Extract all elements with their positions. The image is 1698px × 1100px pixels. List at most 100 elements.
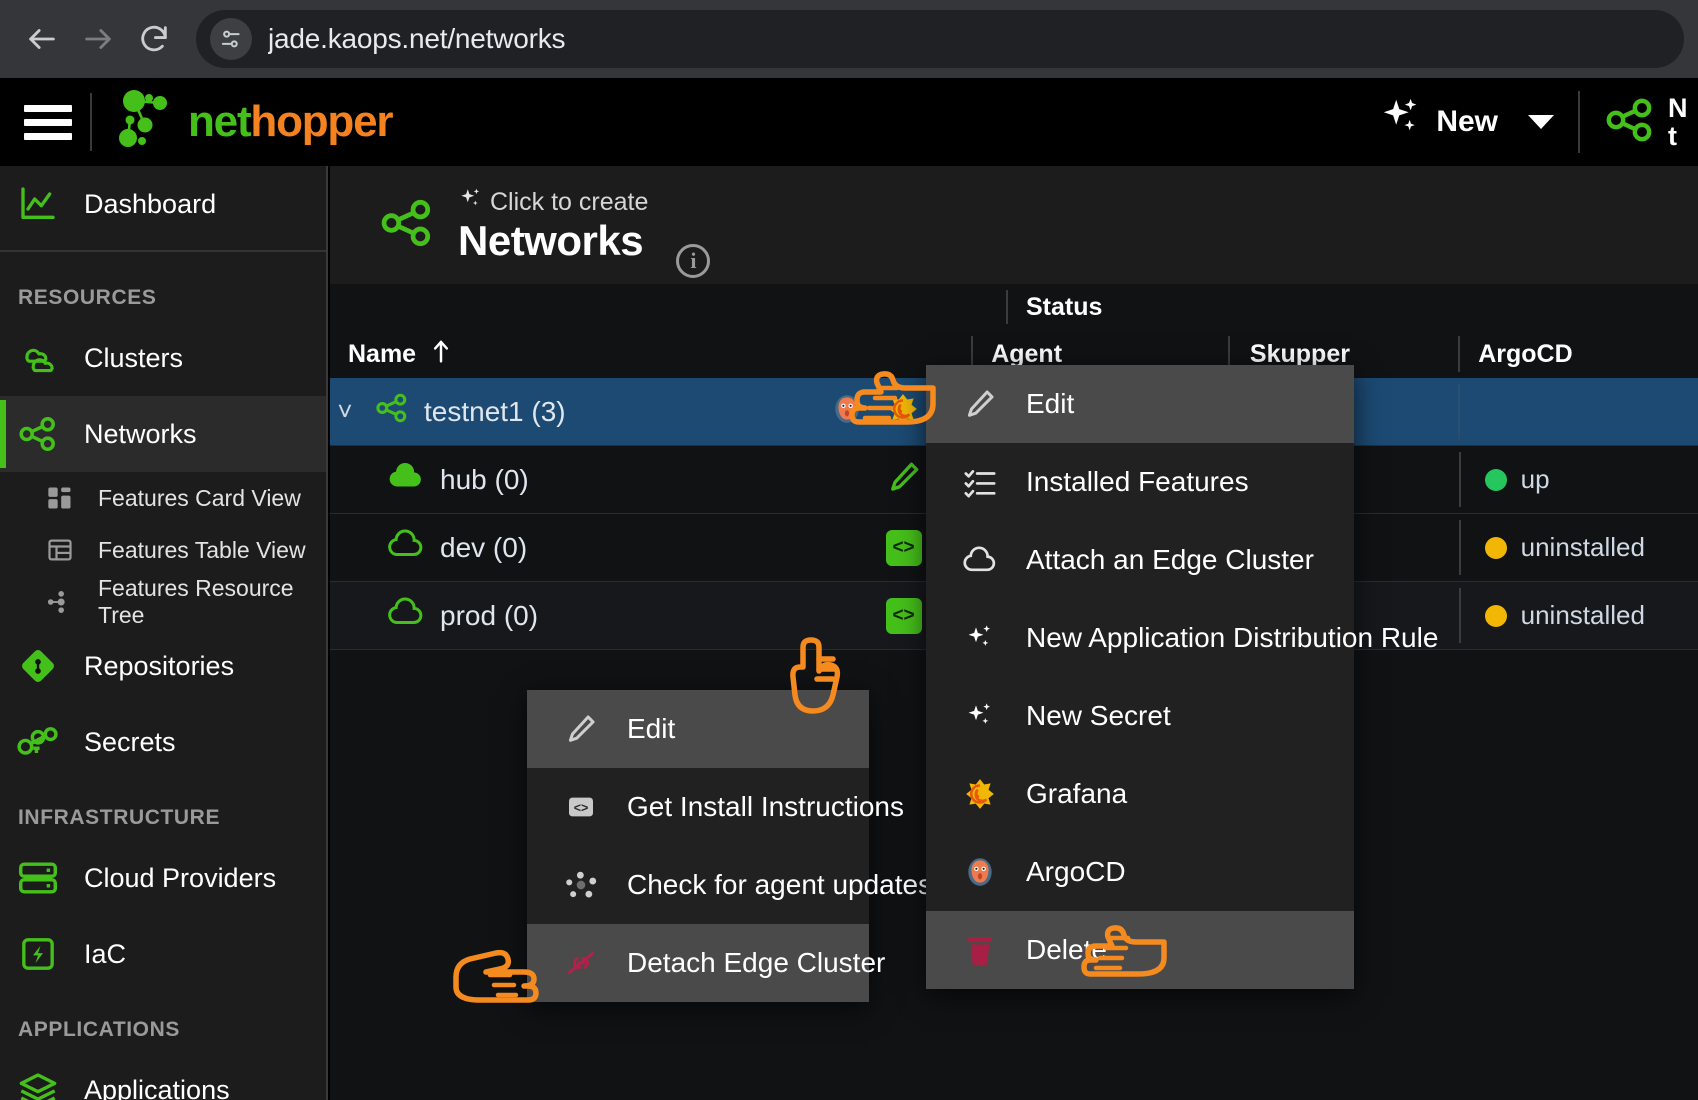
menu-item-label: Check for agent updates	[627, 869, 933, 900]
sidebar-item-secrets[interactable]: Secrets	[0, 704, 326, 780]
chevron-down-icon[interactable]: ˅	[330, 396, 360, 427]
menu-item-edit[interactable]: Edit	[926, 365, 1354, 443]
status-label: up	[1520, 464, 1550, 494]
header-divider-2	[1578, 91, 1580, 153]
status-dot	[1484, 536, 1507, 559]
info-icon[interactable]: i	[676, 244, 711, 278]
page-kicker[interactable]: Click to create	[458, 186, 648, 219]
code-brackets-icon[interactable]: <>	[885, 529, 922, 566]
forward-button[interactable]	[70, 11, 126, 67]
cloud-outline-icon	[960, 546, 1000, 574]
code-brackets-icon: <>	[561, 791, 601, 823]
menu-item-label: ArgoCD	[1026, 856, 1126, 887]
sidebar-item-label: IaC	[84, 938, 127, 969]
pencil-icon	[561, 712, 601, 746]
sidebar-item-repositories[interactable]: Repositories	[0, 628, 326, 704]
arrow-left-icon	[25, 22, 59, 56]
row-name-label: dev (0)	[440, 531, 528, 563]
resource-tree-icon	[42, 588, 78, 616]
cloud-filled-icon	[386, 461, 426, 498]
row-status-argocd: up	[1461, 446, 1698, 513]
menu-item-label: Detach Edge Cluster	[627, 947, 886, 978]
argocd-icon[interactable]	[830, 392, 864, 431]
sidebar-item-networks[interactable]: Networks	[0, 396, 326, 472]
menu-item-edit[interactable]: Edit	[527, 690, 869, 768]
sort-ascending-arrow-icon[interactable]	[430, 338, 452, 371]
nethopper-logo[interactable]: nethopper	[114, 89, 394, 156]
network-context-menu[interactable]: Edit Installed Features Attach an Edge C…	[926, 365, 1438, 989]
menu-item-grafana[interactable]: Grafana	[926, 755, 1354, 833]
sidebar-item-label: Repositories	[84, 650, 235, 681]
menu-item-check-for-agent-updates[interactable]: Check for agent updates	[527, 846, 932, 924]
broken-link-icon	[561, 947, 601, 979]
agent-update-icon	[561, 869, 601, 901]
logo-mark-icon	[114, 89, 184, 156]
header-divider	[90, 93, 92, 151]
menu-item-detach-edge-cluster[interactable]: Detach Edge Cluster	[527, 924, 885, 1002]
menu-item-installed-features[interactable]: Installed Features	[926, 443, 1354, 521]
sidebar-item-clusters[interactable]: Clusters	[0, 320, 326, 396]
reload-button[interactable]	[126, 11, 182, 67]
grafana-icon[interactable]	[886, 392, 920, 431]
site-settings-icon[interactable]	[210, 18, 252, 60]
trash-icon	[960, 933, 1000, 967]
sparkle-icon	[960, 622, 1000, 654]
chevron-down-icon[interactable]	[1528, 115, 1554, 129]
sidebar-section-infrastructure: INFRASTRUCTURE	[18, 806, 221, 829]
browser-toolbar: jade.kaops.net/networks	[0, 0, 1698, 78]
menu-item-attach-an-edge-cluster[interactable]: Attach an Edge Cluster	[926, 521, 1354, 599]
address-bar[interactable]: jade.kaops.net/networks	[196, 10, 1684, 68]
sidebar-item-iac[interactable]: IaC	[0, 916, 326, 992]
page-title: Networks	[458, 217, 644, 265]
network-share-icon	[1604, 97, 1656, 148]
sidebar-item-applications[interactable]: Applications	[0, 1052, 326, 1100]
sidebar-item-dashboard[interactable]: Dashboard	[0, 166, 326, 242]
sidebar-subitem-label: Features Card View	[98, 484, 301, 511]
row-name-label: hub (0)	[440, 463, 529, 495]
cloud-outline-icon	[386, 597, 426, 634]
sparkle-icon	[960, 700, 1000, 732]
page-header: Click to create Networks i	[330, 166, 1698, 284]
sidebar-item-features-table-view[interactable]: Features Table View	[0, 524, 326, 576]
bolt-square-icon	[14, 934, 62, 974]
app-header: nethopper New N t	[0, 78, 1698, 166]
menu-item-label: Edit	[627, 713, 676, 744]
row-name-cell[interactable]: hub (0)	[330, 446, 673, 513]
status-dot	[1484, 604, 1507, 627]
cloud-outline-icon	[386, 529, 426, 566]
server-rack-icon	[14, 859, 62, 897]
menu-item-new-application-distribution-rule[interactable]: New Application Distribution Rule	[926, 599, 1438, 677]
sidebar-item-label: Secrets	[84, 726, 176, 757]
row-name-cell[interactable]: prod (0)	[330, 582, 673, 649]
sidebar-item-features-card-view[interactable]: Features Card View	[0, 472, 326, 524]
sidebar-item-label: Dashboard	[84, 188, 217, 219]
row-name-cell[interactable]: ˅ testnet1 (3)	[330, 378, 671, 445]
cluster-context-menu[interactable]: Edit <> Get Install Instructions Check f…	[527, 690, 932, 1002]
hamburger-menu-icon[interactable]	[12, 104, 84, 140]
sidebar-section-resources: RESOURCES	[18, 286, 157, 309]
status-label: uninstalled	[1520, 532, 1645, 562]
row-status-argocd: uninstalled	[1461, 514, 1698, 581]
menu-item-new-secret[interactable]: New Secret	[926, 677, 1354, 755]
new-button-label: New	[1436, 105, 1498, 138]
network-share-icon	[14, 415, 62, 453]
back-button[interactable]	[14, 11, 70, 67]
new-button[interactable]: New	[1378, 95, 1554, 149]
network-share-icon	[374, 392, 410, 431]
menu-item-delete[interactable]: Delete	[926, 911, 1354, 989]
menu-item-get-install-instructions[interactable]: <> Get Install Instructions	[527, 768, 904, 846]
header-network-shortcut[interactable]: Nt	[1604, 94, 1698, 151]
sidebar-section-applications: APPLICATIONS	[18, 1018, 180, 1041]
menu-item-label: Get Install Instructions	[627, 791, 905, 822]
pencil-icon[interactable]	[886, 459, 922, 500]
sidebar-item-features-resource-tree[interactable]: Features Resource Tree	[0, 575, 326, 628]
network-share-icon	[378, 197, 436, 254]
menu-item-argocd[interactable]: ArgoCD	[926, 833, 1354, 911]
column-header-name[interactable]: Name	[330, 330, 672, 378]
checklist-icon	[960, 466, 1000, 498]
column-header-argocd[interactable]: ArgoCD	[1460, 330, 1698, 378]
sidebar-item-cloud-providers[interactable]: Cloud Providers	[0, 840, 326, 916]
menu-item-label: Attach an Edge Cluster	[1026, 544, 1314, 575]
code-brackets-icon[interactable]: <>	[885, 597, 922, 634]
row-name-cell[interactable]: dev (0)	[330, 514, 673, 581]
